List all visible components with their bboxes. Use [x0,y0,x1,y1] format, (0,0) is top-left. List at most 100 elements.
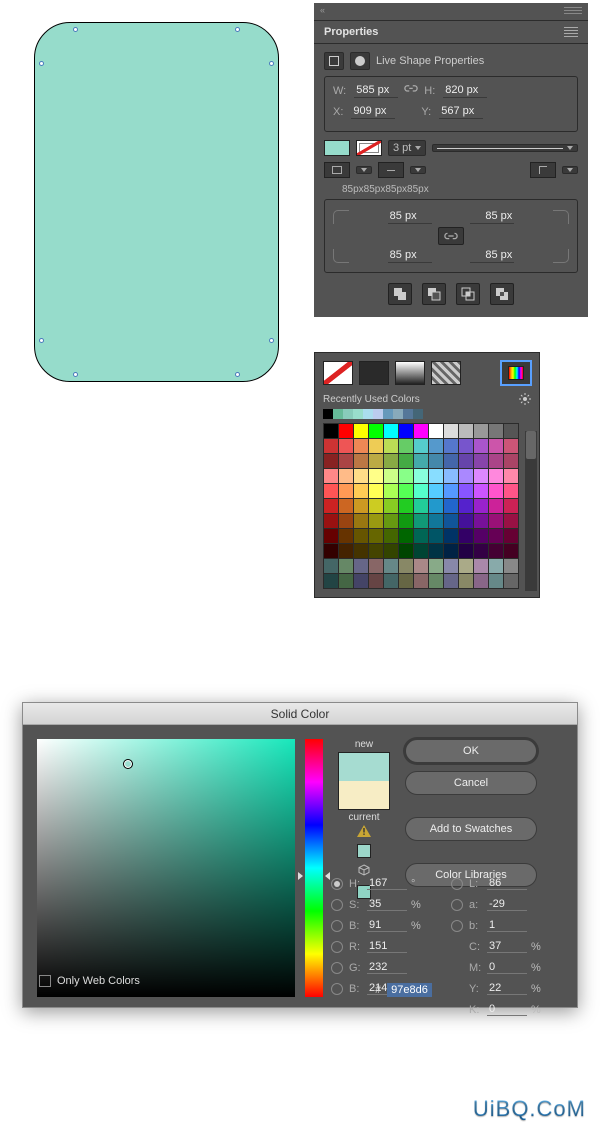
swatch-cell[interactable] [459,499,473,513]
path-exclude-button[interactable] [490,283,514,305]
rounded-rect-shape[interactable] [34,22,279,382]
swatch-cell[interactable] [459,484,473,498]
swatch-cell[interactable] [474,544,488,558]
radio-a[interactable] [451,899,463,911]
swatch-cell[interactable] [339,559,353,573]
recent-swatch[interactable] [413,409,423,419]
swatch-cell[interactable] [324,529,338,543]
swatch-cell[interactable] [489,469,503,483]
panel-tab-properties[interactable]: Properties [314,21,588,44]
swatch-cell[interactable] [399,469,413,483]
swatch-cell[interactable] [504,484,518,498]
swatch-cell[interactable] [324,544,338,558]
no-color-button[interactable] [323,361,353,385]
swatch-cell[interactable] [384,454,398,468]
a-field[interactable]: -29 [487,898,527,911]
swatch-cell[interactable] [369,484,383,498]
swatch-cell[interactable] [339,469,353,483]
swatch-cell[interactable] [339,454,353,468]
swatch-cell[interactable] [384,484,398,498]
recent-swatch[interactable] [353,409,363,419]
join-dropdown[interactable] [562,166,578,174]
swatch-cell[interactable] [459,514,473,528]
swatch-cell[interactable] [444,499,458,513]
radio-g[interactable] [331,962,343,974]
x-field[interactable]: 909 px [351,104,395,119]
swatch-cell[interactable] [399,484,413,498]
swatch-cell[interactable] [369,469,383,483]
swatch-cell[interactable] [474,529,488,543]
color-picker-button[interactable] [501,361,531,385]
gradient-button[interactable] [395,361,425,385]
swatch-cell[interactable] [504,469,518,483]
swatch-cell[interactable] [429,529,443,543]
corner-handle-icon[interactable] [73,372,78,377]
corner-handle-icon[interactable] [39,338,44,343]
swatch-cell[interactable] [384,544,398,558]
swatch-cell[interactable] [459,424,473,438]
swatch-cell[interactable] [459,454,473,468]
swatch-cell[interactable] [459,529,473,543]
swatch-cell[interactable] [354,469,368,483]
hue-slider[interactable] [305,739,323,997]
swatch-cell[interactable] [429,559,443,573]
swatch-cell[interactable] [399,499,413,513]
b-field[interactable]: 1 [487,919,527,932]
swatch-cell[interactable] [504,454,518,468]
swatch-cell[interactable] [324,499,338,513]
swatch-cell[interactable] [399,574,413,588]
saturation-value-field[interactable] [37,739,295,997]
swatch-cell[interactable] [399,529,413,543]
swatch-cell[interactable] [489,559,503,573]
corner-handle-icon[interactable] [235,27,240,32]
swatch-cell[interactable] [429,424,443,438]
radius-bl-field[interactable]: 85 px [388,248,432,263]
swatch-cell[interactable] [414,529,428,543]
swatch-cell[interactable] [489,454,503,468]
swatch-cell[interactable] [504,424,518,438]
recent-swatch[interactable] [393,409,403,419]
swatch-cell[interactable] [459,559,473,573]
swatch-cell[interactable] [369,529,383,543]
corner-handle-icon[interactable] [269,338,274,343]
swatch-cell[interactable] [459,439,473,453]
radio-s[interactable] [331,899,343,911]
swatch-cell[interactable] [444,514,458,528]
solid-color-button[interactable] [359,361,389,385]
swatch-cell[interactable] [339,529,353,543]
swatch-cell[interactable] [489,514,503,528]
swatch-cell[interactable] [504,514,518,528]
swatch-cell[interactable] [414,484,428,498]
swatch-cell[interactable] [384,529,398,543]
align-edge-icon[interactable] [324,162,350,178]
swatch-cell[interactable] [354,424,368,438]
swatch-cell[interactable] [384,424,398,438]
swatch-cell[interactable] [324,559,338,573]
recent-swatch[interactable] [343,409,353,419]
swatch-cell[interactable] [414,424,428,438]
swatch-cell[interactable] [474,514,488,528]
panel-grip-icon[interactable] [564,7,582,15]
swatch-cell[interactable] [354,544,368,558]
swatch-cell[interactable] [339,484,353,498]
recent-swatch[interactable] [333,409,343,419]
swatch-cell[interactable] [474,454,488,468]
r-field[interactable]: 151 [367,940,407,953]
swatch-cell[interactable] [414,559,428,573]
radio-h[interactable] [331,878,343,890]
swatch-cell[interactable] [489,439,503,453]
swatch-cell[interactable] [489,529,503,543]
swatch-cell[interactable] [339,514,353,528]
swatch-cell[interactable] [384,574,398,588]
swatch-cell[interactable] [429,484,443,498]
g-field[interactable]: 232 [367,961,407,974]
swatch-cell[interactable] [384,514,398,528]
fill-swatch[interactable] [324,140,350,156]
swatch-cell[interactable] [504,559,518,573]
swatch-cell[interactable] [399,454,413,468]
swatch-cell[interactable] [429,544,443,558]
swatch-cell[interactable] [489,544,503,558]
gear-icon[interactable] [519,393,531,405]
swatch-cell[interactable] [444,529,458,543]
y-field[interactable]: 567 px [439,104,483,119]
